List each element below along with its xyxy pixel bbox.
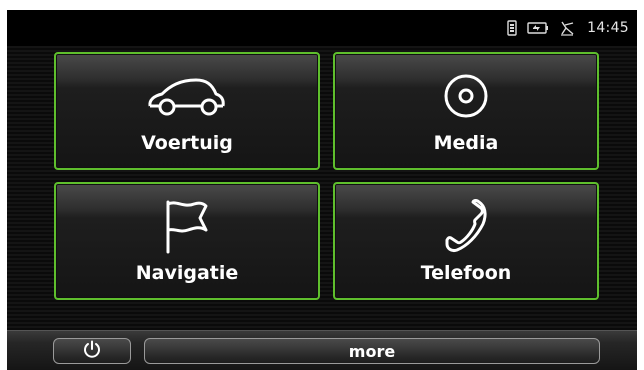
disc-icon bbox=[335, 72, 597, 120]
status-icons: 14:45 bbox=[507, 19, 629, 37]
tile-phone[interactable]: Telefoon bbox=[333, 182, 599, 300]
tile-label-phone: Telefoon bbox=[420, 262, 512, 284]
gps-satellite-icon bbox=[559, 20, 575, 36]
power-icon bbox=[83, 340, 101, 362]
tile-vehicle[interactable]: Voertuig bbox=[54, 52, 320, 170]
phone-icon bbox=[335, 199, 597, 252]
battery-icon bbox=[527, 22, 549, 34]
tile-navigation[interactable]: Navigatie bbox=[54, 182, 320, 300]
home-screen: 14:45 Voertuig Media Navigatie Telefoon … bbox=[7, 10, 637, 370]
car-icon bbox=[56, 72, 318, 120]
status-bar: 14:45 bbox=[7, 10, 637, 46]
sim-card-icon bbox=[507, 20, 517, 36]
more-button[interactable]: more bbox=[144, 338, 600, 364]
more-label: more bbox=[348, 341, 396, 361]
bottom-bar: more bbox=[7, 330, 637, 370]
clock: 14:45 bbox=[587, 20, 629, 36]
flag-icon bbox=[56, 200, 318, 254]
tile-media[interactable]: Media bbox=[333, 52, 599, 170]
tile-label-vehicle: Voertuig bbox=[141, 132, 233, 154]
tile-label-navigation: Navigatie bbox=[135, 262, 239, 284]
power-button[interactable] bbox=[53, 338, 131, 364]
tile-label-media: Media bbox=[433, 132, 499, 154]
